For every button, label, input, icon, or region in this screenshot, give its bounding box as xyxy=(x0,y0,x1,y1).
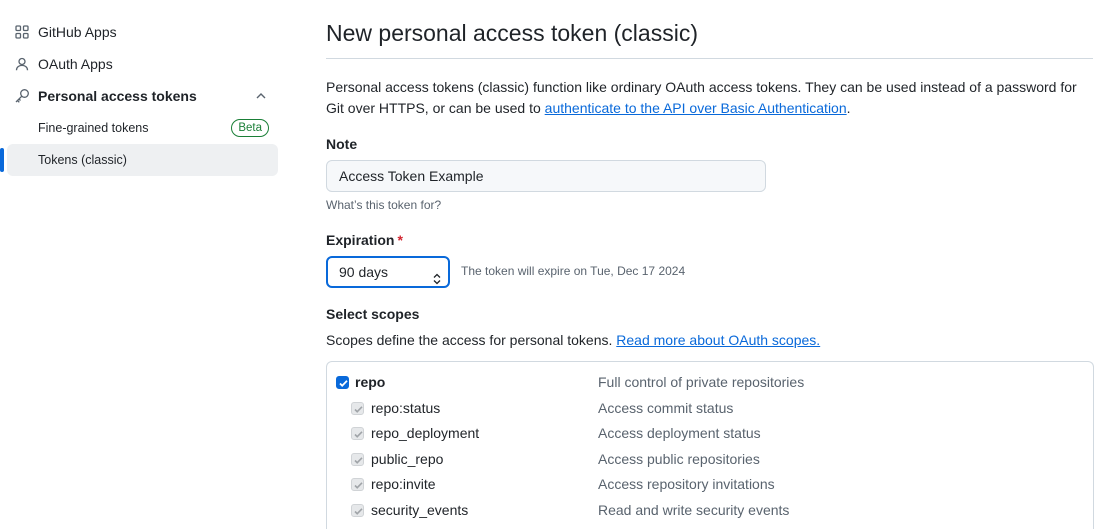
scope-name: repo:status xyxy=(371,400,441,416)
sidebar-item-github-apps[interactable]: GitHub Apps xyxy=(0,16,290,48)
sidebar-item-fine-grained-tokens[interactable]: Fine-grained tokens Beta xyxy=(0,112,290,144)
scope-row-repo: repo Full control of private repositorie… xyxy=(327,371,1095,396)
note-label: Note xyxy=(326,136,358,152)
settings-sidebar: GitHub Apps OAuth Apps Personal access t… xyxy=(0,16,290,176)
scope-row-repo-deployment: repo_deployment Access deployment status xyxy=(327,422,1095,447)
scope-row-public-repo: public_repo Access public repositories xyxy=(327,448,1095,473)
required-mark: * xyxy=(397,232,403,248)
scope-name: security_events xyxy=(371,502,469,518)
chevron-up-icon[interactable] xyxy=(254,89,268,103)
scope-name: repo:invite xyxy=(371,476,436,492)
apps-grid-icon xyxy=(14,24,30,40)
scope-checkbox[interactable] xyxy=(351,504,364,517)
sidebar-item-label: GitHub Apps xyxy=(38,24,117,40)
scope-name: public_repo xyxy=(371,451,444,467)
scopes-description: Scopes define the access for personal to… xyxy=(326,332,820,348)
scope-row-security-events: security_events Read and write security … xyxy=(327,499,1095,524)
scope-checkbox[interactable] xyxy=(351,427,364,440)
page-title: New personal access token (classic) xyxy=(326,20,698,46)
expiration-label-text: Expiration xyxy=(326,232,395,248)
scope-description: Access repository invitations xyxy=(598,476,775,492)
scope-name: repo_deployment xyxy=(371,425,480,441)
expiration-label: Expiration * xyxy=(326,232,403,248)
page-description: Personal access tokens (classic) functio… xyxy=(326,77,1094,119)
select-arrows-icon xyxy=(433,266,441,285)
note-hint: What’s this token for? xyxy=(326,198,442,212)
key-icon xyxy=(14,88,30,104)
note-input[interactable]: Access Token Example xyxy=(326,160,766,192)
scope-description: Read and write security events xyxy=(598,502,790,518)
description-end: . xyxy=(846,100,851,116)
scope-description: Access public repositories xyxy=(598,451,760,467)
scope-checkbox[interactable] xyxy=(351,453,364,466)
scope-row-repo-invite: repo:invite Access repository invitation… xyxy=(327,473,1095,498)
oauth-scopes-link[interactable]: Read more about OAuth scopes. xyxy=(616,332,820,348)
scopes-description-text: Scopes define the access for personal to… xyxy=(326,332,617,348)
scopes-label: Select scopes xyxy=(326,306,420,322)
scopes-list: repo Full control of private repositorie… xyxy=(326,361,1094,529)
scope-name: repo xyxy=(355,374,386,390)
sidebar-item-label: Personal access tokens xyxy=(38,88,197,104)
title-divider xyxy=(326,58,1093,59)
sidebar-item-oauth-apps[interactable]: OAuth Apps xyxy=(0,48,290,80)
beta-badge: Beta xyxy=(231,119,269,137)
sidebar-item-personal-access-tokens[interactable]: Personal access tokens xyxy=(0,80,290,112)
person-icon xyxy=(14,56,30,72)
sidebar-item-label: OAuth Apps xyxy=(38,56,113,72)
sidebar-item-tokens-classic[interactable]: Tokens (classic) xyxy=(0,144,278,176)
expiration-selected-value: 90 days xyxy=(339,264,389,280)
scope-description: Access commit status xyxy=(598,400,734,416)
basic-auth-link[interactable]: authenticate to the API over Basic Authe… xyxy=(545,100,847,116)
scope-row-repo-status: repo:status Access commit status xyxy=(327,397,1095,422)
expiration-select[interactable]: 90 days xyxy=(326,256,450,288)
scope-checkbox[interactable] xyxy=(351,402,364,415)
expiration-note: The token will expire on Tue, Dec 17 202… xyxy=(461,264,686,278)
sidebar-item-label: Fine-grained tokens xyxy=(38,121,149,135)
sidebar-item-label: Tokens (classic) xyxy=(38,153,127,167)
scope-checkbox[interactable] xyxy=(351,478,364,491)
active-indicator xyxy=(0,148,4,172)
scope-checkbox[interactable] xyxy=(336,376,349,389)
scope-description: Access deployment status xyxy=(598,425,761,441)
scope-description: Full control of private repositories xyxy=(598,374,805,390)
